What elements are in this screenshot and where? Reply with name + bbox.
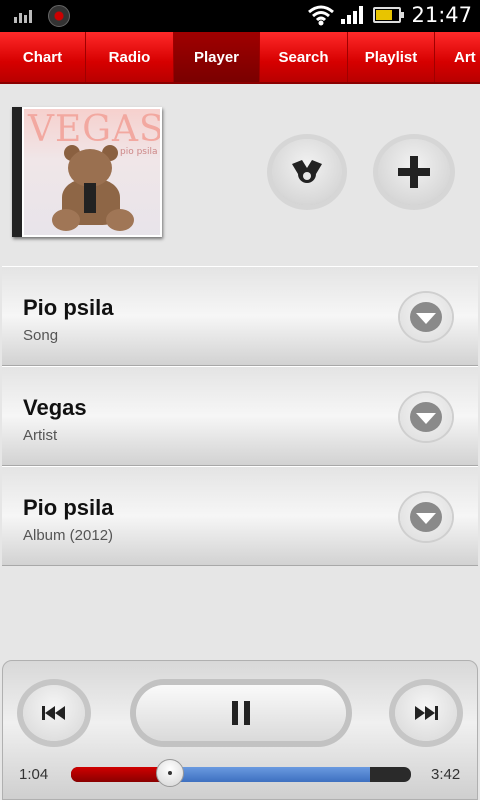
pause-button[interactable] (136, 685, 346, 741)
tab-chart[interactable]: Chart (0, 32, 86, 82)
chevron-down-icon (416, 513, 436, 524)
total-time: 3:42 (431, 766, 461, 783)
status-bar: 21:47 (0, 0, 480, 32)
seek-bar[interactable] (71, 767, 411, 782)
tab-playlist[interactable]: Playlist (348, 32, 435, 82)
expand-button[interactable] (400, 393, 452, 441)
list-item-artist[interactable]: Vegas Artist (2, 366, 478, 466)
expand-button[interactable] (400, 293, 452, 341)
tab-search[interactable]: Search (260, 32, 348, 82)
list-item-subtitle: Song (23, 327, 59, 344)
add-to-playlist-button[interactable] (378, 139, 450, 205)
previous-track-button[interactable] (23, 685, 85, 741)
played-bar (71, 767, 170, 782)
tab-art[interactable]: Art (435, 32, 480, 82)
share-button[interactable] (272, 139, 342, 205)
list-item-song[interactable]: Pio psila Song (2, 266, 478, 366)
track-info-list: Pio psila Song Vegas Artist Pio psila Al… (2, 266, 478, 566)
tab-player[interactable]: Player (174, 32, 260, 82)
seek-thumb[interactable] (155, 759, 184, 787)
wifi-icon (308, 5, 335, 26)
list-item-title: Pio psila (23, 495, 114, 520)
album-cover-subtitle: pio psila (120, 147, 158, 157)
player-controls: 1:04 3:42 (2, 660, 478, 800)
list-item-subtitle: Artist (23, 427, 58, 444)
signal-icon (341, 6, 367, 24)
battery-icon (373, 7, 405, 23)
share-icon (292, 160, 322, 183)
plus-icon (398, 156, 430, 188)
tab-radio[interactable]: Radio (86, 32, 174, 82)
chevron-down-icon (416, 413, 436, 424)
buffered-bar (169, 767, 371, 782)
expand-button[interactable] (400, 493, 452, 541)
tab-bar: Chart Radio Player Search Playlist Art (0, 32, 480, 84)
chevron-down-icon (416, 313, 436, 324)
album-cover-title: VEGAS (28, 109, 160, 150)
skip-previous-icon (42, 706, 65, 720)
next-track-button[interactable] (395, 685, 457, 741)
music-disc-icon (48, 5, 70, 27)
list-item-title: Vegas (23, 395, 87, 420)
list-item-album[interactable]: Pio psila Album (2012) (2, 466, 478, 566)
skip-next-icon (415, 706, 438, 720)
list-item-title: Pio psila (23, 295, 114, 320)
current-time: 1:04 (19, 766, 49, 783)
stats-icon (14, 9, 34, 23)
pause-icon (232, 701, 250, 725)
list-item-subtitle: Album (2012) (23, 527, 114, 544)
clock: 21:47 (411, 3, 472, 27)
album-cover: VEGAS pio psila (12, 107, 162, 237)
